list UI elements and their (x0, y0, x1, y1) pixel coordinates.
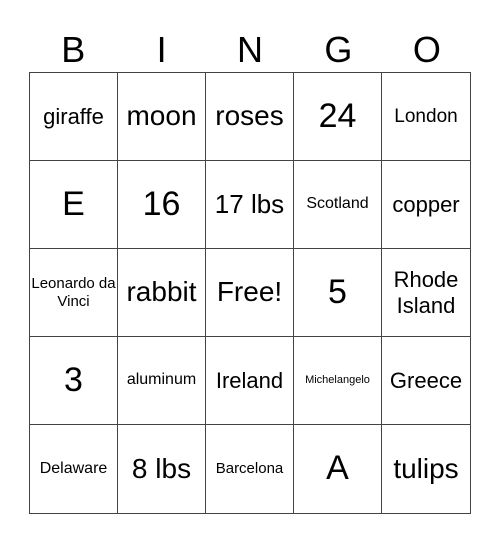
bingo-cell[interactable]: copper (382, 161, 470, 249)
bingo-cell[interactable]: 5 (294, 249, 382, 337)
bingo-cell[interactable]: roses (206, 73, 294, 161)
bingo-cell[interactable]: E (30, 161, 118, 249)
bingo-cell[interactable]: 8 lbs (118, 425, 206, 513)
bingo-cell[interactable]: Leonardo da Vinci (30, 249, 118, 337)
header-letter-n: N (237, 29, 264, 70)
bingo-cell[interactable]: A (294, 425, 382, 513)
bingo-grid: giraffe moon roses 24 London E 16 17 lbs Scotlan… (29, 72, 471, 514)
header-letter-b: B (61, 29, 86, 70)
free-space-cell[interactable]: Free! (206, 249, 294, 337)
bingo-cell[interactable]: Greece (382, 337, 470, 425)
bingo-cell[interactable]: rabbit (118, 249, 206, 337)
bingo-cell[interactable]: Barcelona (206, 425, 294, 513)
bingo-cell[interactable]: Scotland (294, 161, 382, 249)
bingo-cell[interactable]: moon (118, 73, 206, 161)
header-letter-g: G (324, 29, 353, 70)
bingo-cell[interactable]: 3 (30, 337, 118, 425)
bingo-cell[interactable]: tulips (382, 425, 470, 513)
bingo-cell[interactable]: Michelangelo (294, 337, 382, 425)
bingo-cell[interactable]: 17 lbs (206, 161, 294, 249)
bingo-cell[interactable]: London (382, 73, 470, 161)
bingo-cell[interactable]: Ireland (206, 337, 294, 425)
header-letter-o: O (412, 29, 441, 70)
bingo-cell[interactable]: Rhode Island (382, 249, 470, 337)
bingo-cell[interactable]: Delaware (30, 425, 118, 513)
bingo-cell[interactable]: aluminum (118, 337, 206, 425)
bingo-header: B I N G O (29, 28, 471, 72)
bingo-cell[interactable]: 16 (118, 161, 206, 249)
bingo-cell[interactable]: 24 (294, 73, 382, 161)
header-letter-i: I (156, 29, 167, 70)
bingo-cell[interactable]: giraffe (30, 73, 118, 161)
